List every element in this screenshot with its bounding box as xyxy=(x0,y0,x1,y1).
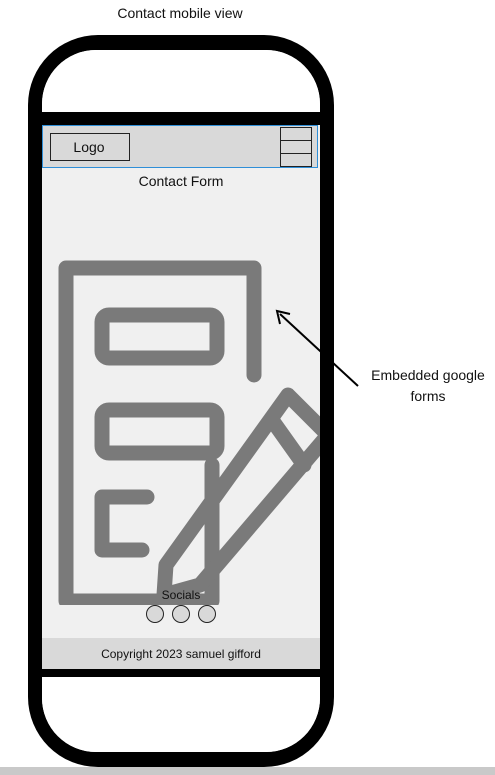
social-icon[interactable] xyxy=(172,605,190,623)
phone-bottom-bezel xyxy=(42,677,320,752)
phone-top-bezel xyxy=(42,50,320,112)
copyright-text: Copyright 2023 samuel gifford xyxy=(101,646,261,661)
bottom-strip xyxy=(0,767,495,775)
logo-placeholder[interactable]: Logo xyxy=(50,133,130,161)
social-icon[interactable] xyxy=(198,605,216,623)
phone-frame: Logo Contact Form Socials Copyright 2023… xyxy=(28,35,334,767)
phone-screen: Logo Contact Form Socials Copyright 2023… xyxy=(42,50,320,752)
phone-display-band: Logo Contact Form Socials Copyright 2023… xyxy=(42,112,320,677)
annotation-label: Embedded google forms xyxy=(362,365,494,407)
annotation-line-1: Embedded google xyxy=(371,367,485,383)
form-with-pencil-icon[interactable] xyxy=(42,185,320,605)
annotation-line-2: forms xyxy=(410,388,446,404)
social-icon[interactable] xyxy=(146,605,164,623)
site-header: Logo xyxy=(42,125,318,168)
social-icons-row xyxy=(42,605,320,623)
page-title: Contact mobile view xyxy=(117,5,243,21)
content-area: Logo Contact Form Socials Copyright 2023… xyxy=(42,125,320,669)
hamburger-icon[interactable] xyxy=(280,127,312,167)
logo-label: Logo xyxy=(73,139,105,155)
socials-label: Socials xyxy=(161,588,201,602)
site-footer: Copyright 2023 samuel gifford xyxy=(42,638,320,669)
